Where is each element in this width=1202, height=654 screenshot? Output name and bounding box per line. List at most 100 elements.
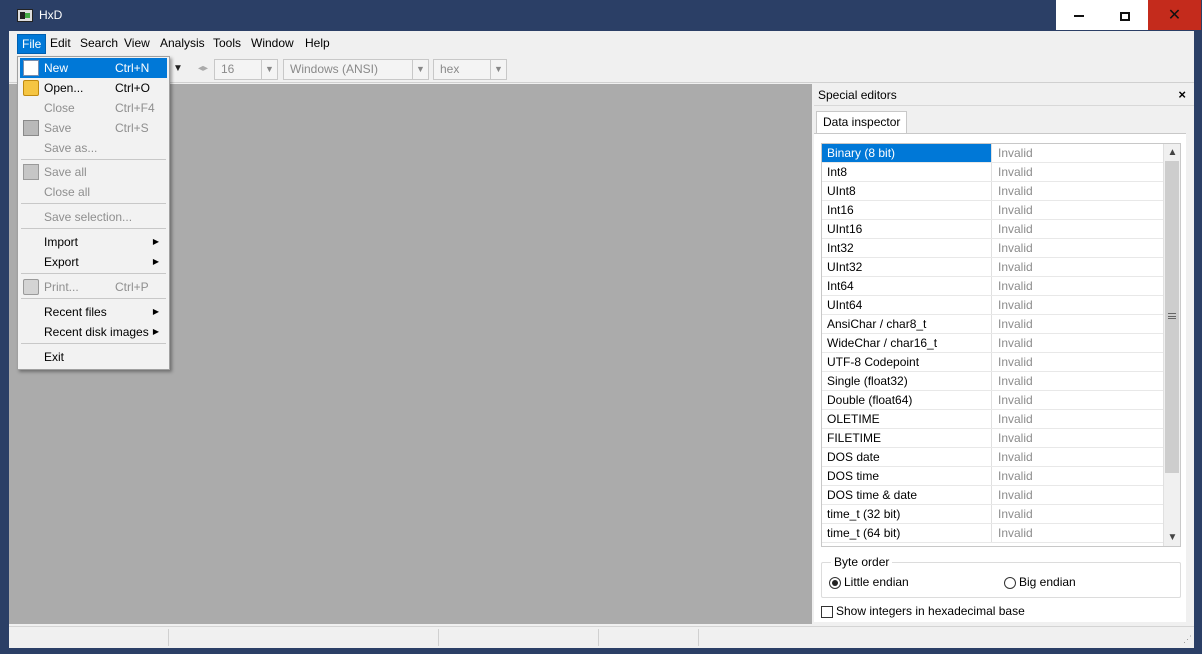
menu-item-label: Recent disk images [44,325,149,339]
scroll-thumb[interactable] [1165,161,1179,473]
charset-combo[interactable]: Windows (ANSI) ▼ [283,59,429,80]
toolbar: ▼ ◂▸ 16 ▼ Windows (ANSI) ▼ hex ▼ [9,55,1194,83]
close-window-button[interactable]: ✕ [1148,0,1201,30]
inspector-row[interactable]: Single (float32) Invalid [822,372,1164,391]
inspector-row-value[interactable]: Invalid [994,258,1164,276]
inspector-row-name: AnsiChar / char8_t [822,315,992,333]
menu-tools[interactable]: Tools [209,34,245,54]
minimize-button[interactable] [1056,0,1102,30]
inspector-row-value[interactable]: Invalid [994,201,1164,219]
window-title: HxD [39,8,63,22]
checkbox-unchecked-icon [821,605,833,618]
inspector-row-value[interactable]: Invalid [994,372,1164,390]
maximize-icon [1120,11,1130,21]
file-menu-dropdown: New Ctrl+N Open... Ctrl+O Close Ctrl+F4 … [17,56,170,370]
menu-item-close-all[interactable]: Close all [20,182,167,202]
close-icon: ✕ [1167,5,1182,24]
inspector-row-value[interactable]: Invalid [994,277,1164,295]
menu-item-label: Save [44,121,72,135]
inspector-row[interactable]: DOS date Invalid [822,448,1164,467]
inspector-row[interactable]: Int64 Invalid [822,277,1164,296]
inspector-row[interactable]: Binary (8 bit) Invalid [822,144,1164,163]
menu-window[interactable]: Window [247,34,298,54]
scroll-up-icon[interactable]: ▲ [1164,144,1180,161]
scroll-down-icon[interactable]: ▼ [1164,529,1180,546]
menu-help[interactable]: Help [301,34,334,54]
menu-item-save[interactable]: Save Ctrl+S [20,118,167,138]
inspector-row-value[interactable]: Invalid [994,163,1164,181]
little-endian-radio[interactable]: Little endian [829,575,909,591]
menu-item-open[interactable]: Open... Ctrl+O [20,78,167,98]
inspector-row[interactable]: WideChar / char16_t Invalid [822,334,1164,353]
inspector-row[interactable]: FILETIME Invalid [822,429,1164,448]
maximize-button[interactable] [1102,0,1148,30]
menu-edit[interactable]: Edit [46,34,75,54]
menu-file[interactable]: File [17,34,47,54]
inspector-row[interactable]: Int8 Invalid [822,163,1164,182]
inspector-row[interactable]: UInt8 Invalid [822,182,1164,201]
panel-title: Special editors [818,88,897,102]
inspector-row-value[interactable]: Invalid [994,448,1164,466]
menu-item-save-as[interactable]: Save as... [20,138,167,158]
menu-item-import[interactable]: Import ▶ [20,232,167,252]
menu-item-save-all[interactable]: Save all [20,162,167,182]
inspector-row[interactable]: UInt64 Invalid [822,296,1164,315]
inspector-row[interactable]: time_t (64 bit) Invalid [822,524,1164,543]
menu-view[interactable]: View [120,34,154,54]
menu-item-label: Print... [44,280,79,294]
inspector-row-value[interactable]: Invalid [994,486,1164,504]
menu-item-new[interactable]: New Ctrl+N [20,58,167,78]
inspector-row-value[interactable]: Invalid [994,505,1164,523]
toolbar-dropdown-arrow-icon[interactable]: ▼ [173,63,183,74]
inspector-row[interactable]: DOS time Invalid [822,467,1164,486]
inspector-row-value[interactable]: Invalid [994,296,1164,314]
inspector-row[interactable]: time_t (32 bit) Invalid [822,505,1164,524]
menu-item-recent-disk-images[interactable]: Recent disk images ▶ [20,322,167,342]
inspector-row[interactable]: Double (float64) Invalid [822,391,1164,410]
inspector-row-name: Double (float64) [822,391,992,409]
menu-bar: File Edit Search View Analysis Tools Win… [9,31,1194,55]
hex-integers-checkbox[interactable]: Show integers in hexadecimal base [821,604,1025,618]
inspector-row[interactable]: UInt16 Invalid [822,220,1164,239]
inspector-row[interactable]: UTF-8 Codepoint Invalid [822,353,1164,372]
inspector-row-value[interactable]: Invalid [994,239,1164,257]
bytes-per-row-combo[interactable]: 16 ▼ [214,59,278,80]
menu-item-print[interactable]: Print... Ctrl+P [20,277,167,297]
menu-search[interactable]: Search [76,34,122,54]
offset-base-combo[interactable]: hex ▼ [433,59,507,80]
inspector-row-name: Int8 [822,163,992,181]
menu-item-recent-files[interactable]: Recent files ▶ [20,302,167,322]
byte-order-group: Byte order Little endian Big endian [821,555,1181,598]
inspector-row[interactable]: DOS time & date Invalid [822,486,1164,505]
inspector-row-name: Single (float32) [822,372,992,390]
inspector-row-value[interactable]: Invalid [994,467,1164,485]
menu-separator [21,298,166,299]
size-grip-icon[interactable]: ⋰ [1183,634,1192,645]
inspector-row-value[interactable]: Invalid [994,524,1164,542]
inspector-row-value[interactable]: Invalid [994,182,1164,200]
inspector-row-name: Int32 [822,239,992,257]
inspector-row[interactable]: AnsiChar / char8_t Invalid [822,315,1164,334]
inspector-row-value[interactable]: Invalid [994,315,1164,333]
inspector-row[interactable]: OLETIME Invalid [822,410,1164,429]
panel-close-button[interactable]: × [1178,87,1186,102]
inspector-row-value[interactable]: Invalid [994,144,1164,162]
menu-item-save-selection[interactable]: Save selection... [20,207,167,227]
menu-item-export[interactable]: Export ▶ [20,252,167,272]
menu-item-close[interactable]: Close Ctrl+F4 [20,98,167,118]
inspector-row[interactable]: Int32 Invalid [822,239,1164,258]
inspector-row-value[interactable]: Invalid [994,429,1164,447]
big-endian-radio[interactable]: Big endian [1004,575,1076,591]
grid-scrollbar[interactable]: ▲ ▼ [1163,144,1180,546]
inspector-row-value[interactable]: Invalid [994,391,1164,409]
tab-data-inspector[interactable]: Data inspector [816,111,908,134]
inspector-row-value[interactable]: Invalid [994,410,1164,428]
menu-item-exit[interactable]: Exit [20,347,167,367]
inspector-row-value[interactable]: Invalid [994,353,1164,371]
inspector-row[interactable]: UInt32 Invalid [822,258,1164,277]
inspector-row-value[interactable]: Invalid [994,334,1164,352]
inspector-row[interactable]: Int16 Invalid [822,201,1164,220]
menu-analysis[interactable]: Analysis [156,34,209,54]
radio-unselected-icon [1004,576,1016,589]
inspector-row-value[interactable]: Invalid [994,220,1164,238]
